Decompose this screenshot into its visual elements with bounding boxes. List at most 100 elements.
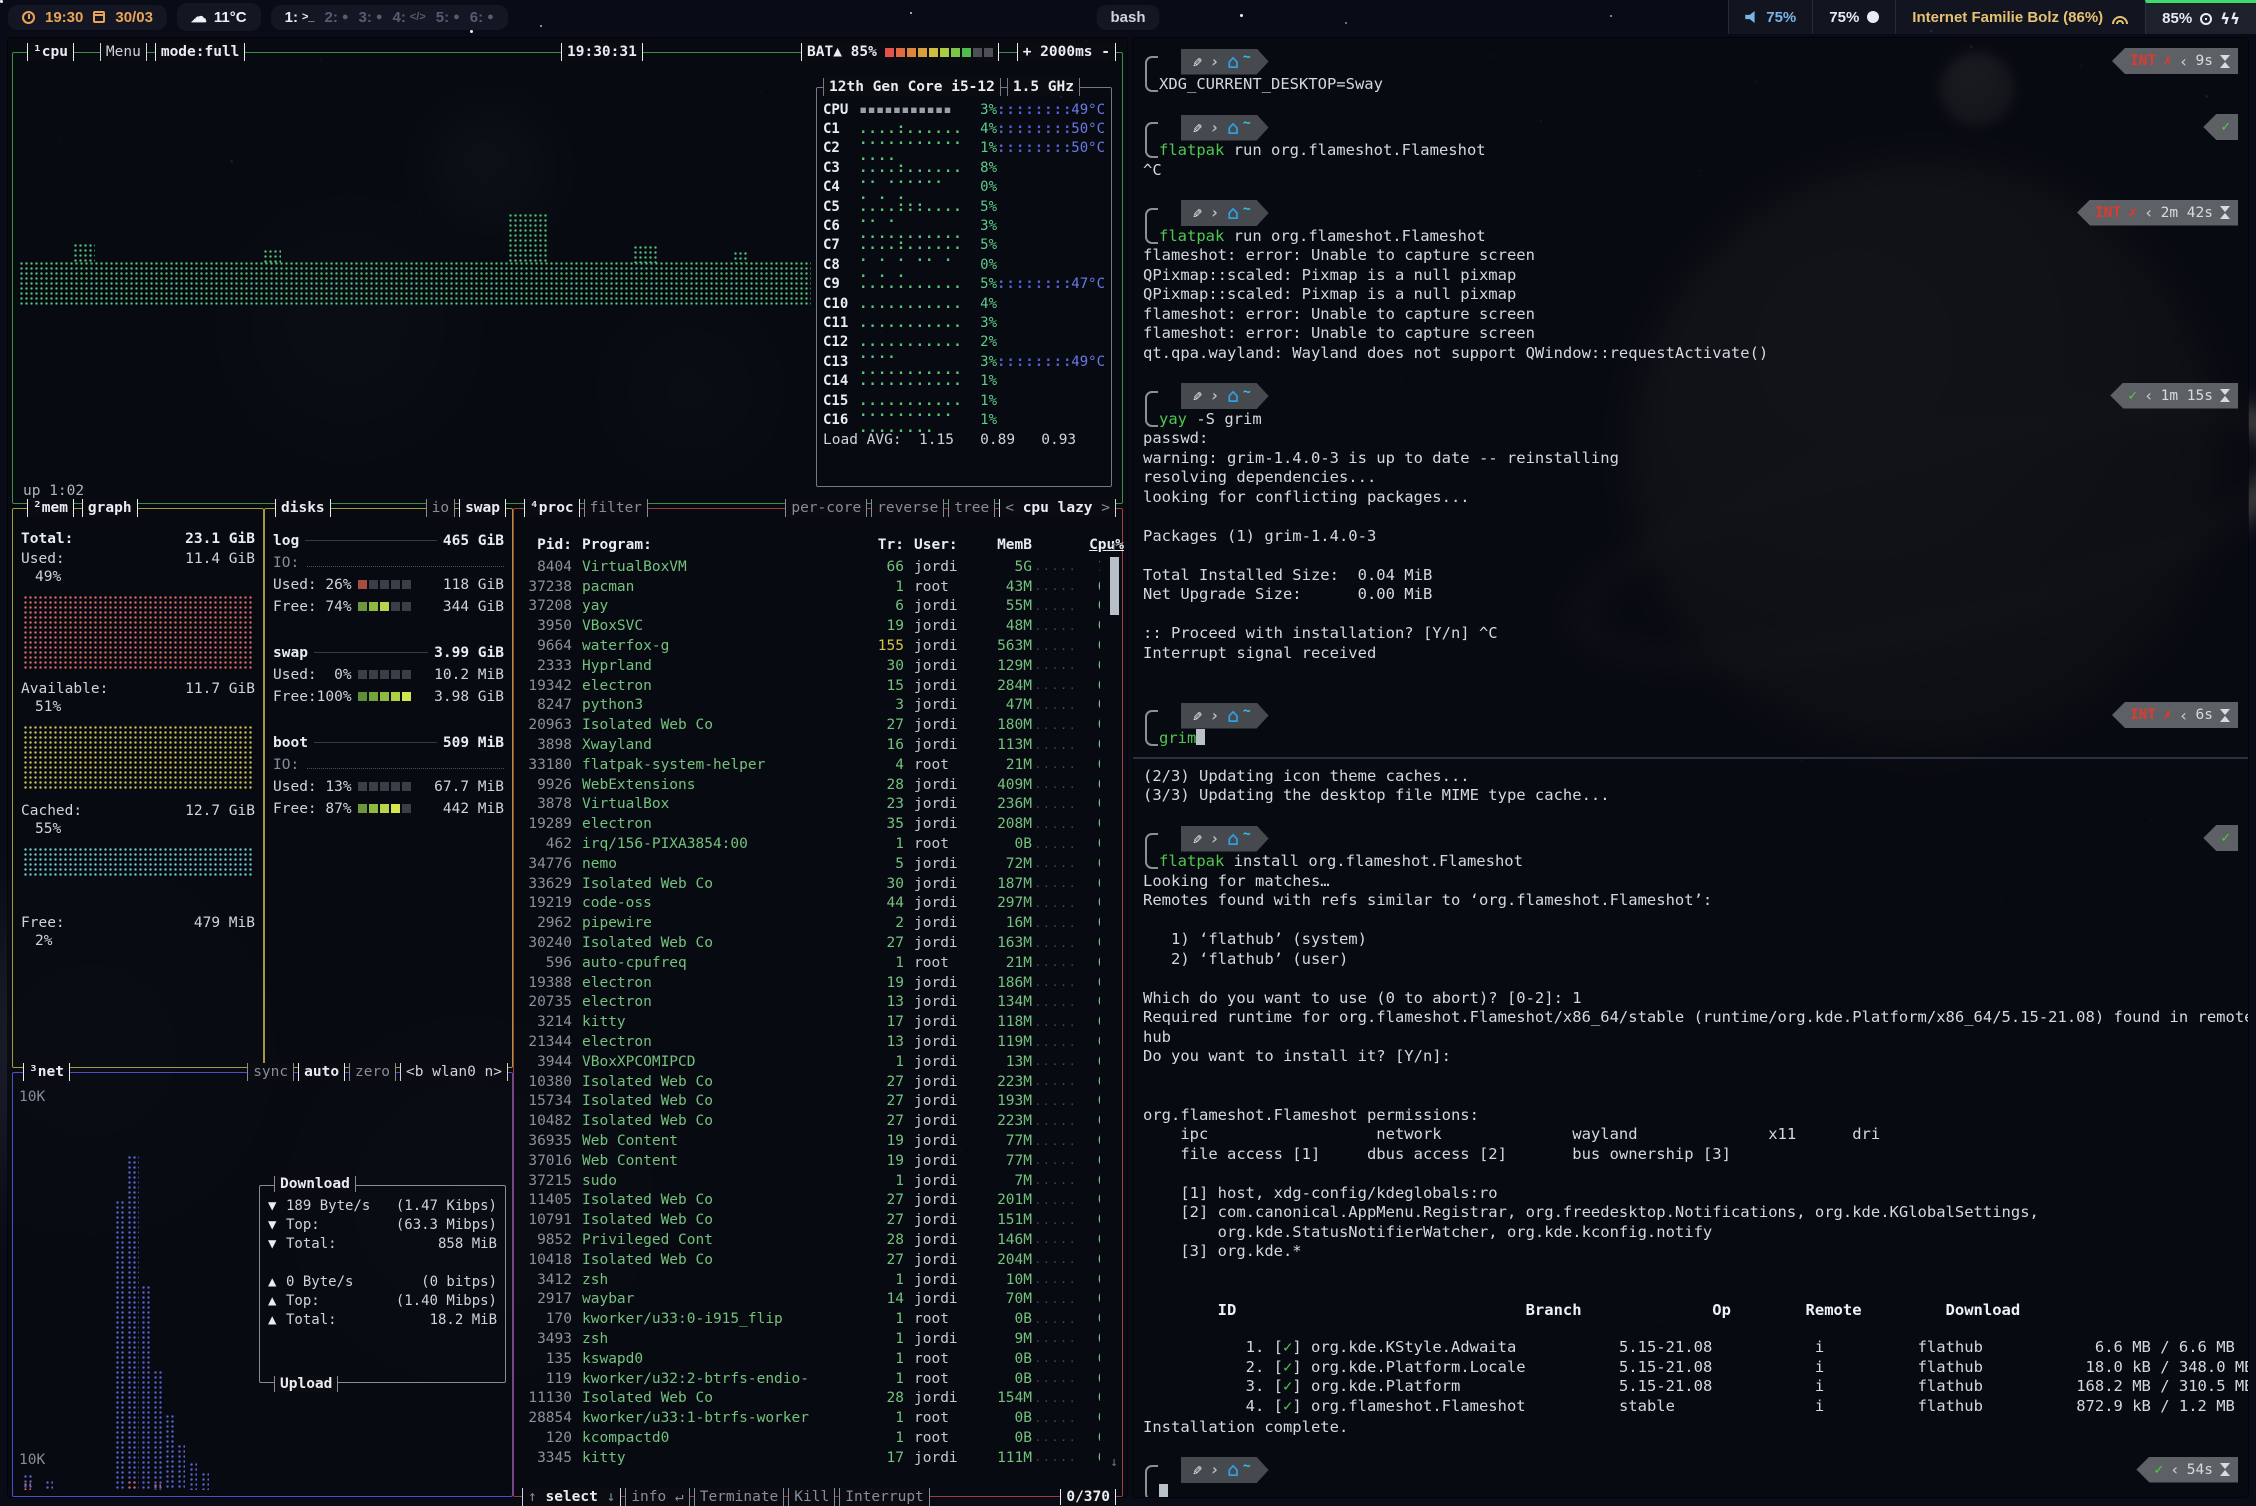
command-line[interactable]: flatpak install org.flameshot.Flameshot (1143, 852, 2238, 872)
scroll-up-arrow[interactable]: ↑ (1110, 539, 1118, 554)
process-row[interactable]: 3412 zsh 1 jordi 10M ..... 0.0 (522, 1270, 1100, 1290)
workspace-button[interactable]: 1:>_ (285, 9, 315, 26)
process-row[interactable]: 9852 Privileged Cont 28 jordi 146M .....… (522, 1230, 1100, 1250)
volume-module[interactable]: 75% (1728, 0, 1812, 34)
workspace-button[interactable]: 4:</> (393, 9, 426, 26)
tab-swap[interactable]: swap (459, 499, 506, 517)
process-row[interactable]: 8404 VirtualBoxVM 66 jordi 5G ..... 1.7 (522, 557, 1100, 577)
process-row[interactable]: 19289 electron 35 jordi 208M ..... 0.0 (522, 814, 1100, 834)
command-line[interactable]: yay -S grim (1143, 410, 2238, 430)
process-row[interactable]: 21344 electron 13 jordi 119M ..... 0.0 (522, 1032, 1100, 1052)
process-row[interactable]: 20963 Isolated Web Co 27 jordi 180M ....… (522, 715, 1100, 735)
proc-filter-button[interactable]: filter (584, 499, 648, 517)
workspace-button[interactable]: 6:● (470, 9, 494, 26)
process-row[interactable]: 19342 electron 15 jordi 284M ..... 0.0 (522, 676, 1100, 696)
process-row[interactable]: 28854 kworker/u33:1-btrfs-worker 1 root … (522, 1408, 1100, 1428)
proc-scrollbar[interactable] (1110, 557, 1119, 615)
net-sync-toggle[interactable]: sync (247, 1063, 294, 1081)
tab-proc[interactable]: ⁴proc (524, 499, 580, 517)
command-line[interactable]: flatpak run org.flameshot.Flameshot (1143, 227, 2238, 247)
process-row[interactable]: 19219 code-oss 44 jordi 297M ..... 0.0 (522, 894, 1100, 914)
process-row[interactable]: 10791 Isolated Web Co 27 jordi 151M ....… (522, 1210, 1100, 1230)
process-row[interactable]: 3878 VirtualBox 23 jordi 236M ..... 0.0 (522, 795, 1100, 815)
process-row[interactable]: 10482 Isolated Web Co 27 jordi 223M ....… (522, 1111, 1100, 1131)
terminal-window[interactable]: ✎ › ⌂ ~ INT✗ ‹9s XDG_CURRENT_DESKTOP=Swa… (1133, 38, 2248, 1497)
scroll-down-arrow[interactable]: ↓ (1110, 1455, 1118, 1470)
tab-cpu[interactable]: ¹cpu (27, 43, 74, 61)
weather-module[interactable]: ☁ 11°C (177, 3, 261, 31)
process-row[interactable]: 596 auto-cpufreq 1 root 21M ..... 0.0 (522, 953, 1100, 973)
process-row[interactable]: 8247 python3 3 jordi 47M ..... 0.1 (522, 696, 1100, 716)
process-row[interactable]: 19388 electron 19 jordi 186M ..... 0.0 (522, 973, 1100, 993)
process-row[interactable]: 37208 yay 6 jordi 55M ..... 0.0 (522, 597, 1100, 617)
command-line[interactable] (1143, 1484, 2238, 1498)
proc-interrupt-button[interactable]: Interrupt (839, 1488, 930, 1506)
tab-mem[interactable]: ²mem (27, 499, 74, 517)
proc-tree-toggle[interactable]: tree (948, 499, 995, 517)
proc-percore-toggle[interactable]: per-core (785, 499, 867, 517)
network-module[interactable]: Internet Familie Bolz (86%) (1895, 0, 2145, 34)
cpu-mode[interactable]: mode:full (155, 43, 246, 61)
refresh-rate-control[interactable]: + 2000ms - (1017, 43, 1116, 61)
process-row[interactable]: 37215 sudo 1 jordi 7M ..... 0.0 (522, 1171, 1100, 1191)
battery-module[interactable]: 85% ϟϟ (2145, 0, 2256, 34)
tab-net[interactable]: ³net (23, 1063, 70, 1081)
proc-terminate-button[interactable]: Terminate (694, 1488, 785, 1506)
proc-info-button[interactable]: info ↵ (625, 1488, 689, 1506)
process-row[interactable]: 11405 Isolated Web Co 27 jordi 201M ....… (522, 1191, 1100, 1211)
proc-select-hint[interactable]: ↑ select ↓ (522, 1488, 621, 1506)
workspace-button[interactable]: 3:● (359, 9, 383, 26)
proc-reverse-toggle[interactable]: reverse (871, 499, 944, 517)
col-user[interactable]: User: (904, 537, 970, 553)
clock-module[interactable]: 19:30 30/03 (8, 5, 167, 30)
process-row[interactable]: 2333 Hyprland 30 jordi 129M ..... 0.1 (522, 656, 1100, 676)
process-row[interactable]: 3493 zsh 1 jordi 9M ..... 0.0 (522, 1329, 1100, 1349)
process-row[interactable]: 10380 Isolated Web Co 27 jordi 223M ....… (522, 1072, 1100, 1092)
command-line[interactable]: flatpak run org.flameshot.Flameshot (1143, 141, 2238, 161)
process-row[interactable]: 37016 Web Content 19 jordi 77M ..... 0.0 (522, 1151, 1100, 1171)
command-line[interactable]: XDG_CURRENT_DESKTOP=Sway (1143, 75, 2238, 95)
pane-divider[interactable] (1133, 757, 2248, 759)
process-row[interactable]: 10418 Isolated Web Co 27 jordi 204M ....… (522, 1250, 1100, 1270)
process-row[interactable]: 119 kworker/u32:2-btrfs-endio- 1 root 0B… (522, 1369, 1100, 1389)
process-row[interactable]: 3345 kitty 17 jordi 111M ..... 0.0 (522, 1448, 1100, 1468)
proc-sort-control[interactable]: < cpu lazy > (999, 499, 1116, 517)
process-row[interactable]: 9664 waterfox-g 155 jordi 563M ..... 0.1 (522, 636, 1100, 656)
brightness-module[interactable]: 75% (1812, 0, 1895, 34)
process-row[interactable]: 34776 nemo 5 jordi 72M ..... 0.0 (522, 854, 1100, 874)
process-row[interactable]: 120 kcompactd0 1 root 0B ..... 0.0 (522, 1428, 1100, 1448)
process-row[interactable]: 20735 electron 13 jordi 134M ..... 0.0 (522, 993, 1100, 1013)
process-row[interactable]: 36935 Web Content 19 jordi 77M ..... 0.0 (522, 1131, 1100, 1151)
process-row[interactable]: 462 irq/156-PIXA3854:00 1 root 0B ..... … (522, 834, 1100, 854)
process-row[interactable]: 3214 kitty 17 jordi 118M ..... 0.0 (522, 1012, 1100, 1032)
process-row[interactable]: 33629 Isolated Web Co 30 jordi 187M ....… (522, 874, 1100, 894)
process-row[interactable]: 3944 VBoxXPCOMIPCD 1 jordi 13M ..... 0.0 (522, 1052, 1100, 1072)
workspace-button[interactable]: 2:● (325, 9, 349, 26)
cpu-menu-button[interactable]: Menu (100, 43, 147, 61)
process-row[interactable]: 170 kworker/u33:0-i915_flip 1 root 0B ..… (522, 1309, 1100, 1329)
col-pid[interactable]: Pid: (522, 537, 572, 553)
process-row[interactable]: 30240 Isolated Web Co 27 jordi 163M ....… (522, 933, 1100, 953)
process-row[interactable]: 2917 waybar 14 jordi 70M ..... 0.0 (522, 1289, 1100, 1309)
net-zero-toggle[interactable]: zero (349, 1063, 396, 1081)
col-program[interactable]: Program: (572, 537, 864, 553)
process-row[interactable]: 135 kswapd0 1 root 0B ..... 0.0 (522, 1349, 1100, 1369)
process-row[interactable]: 3898 Xwayland 16 jordi 113M ..... 0.0 (522, 735, 1100, 755)
proc-kill-button[interactable]: Kill (788, 1488, 835, 1506)
workspace-button[interactable]: 5:● (436, 9, 460, 26)
process-row[interactable]: 15734 Isolated Web Co 27 jordi 193M ....… (522, 1092, 1100, 1112)
col-threads[interactable]: Tr: (864, 537, 904, 553)
tab-io[interactable]: io (426, 499, 455, 517)
net-auto-toggle[interactable]: auto (298, 1063, 345, 1081)
tab-disks[interactable]: disks (275, 499, 331, 517)
process-row[interactable]: 3950 VBoxSVC 19 jordi 48M ..... 0.0 (522, 616, 1100, 636)
process-row[interactable]: 11130 Isolated Web Co 28 jordi 154M ....… (522, 1388, 1100, 1408)
command-line[interactable]: grim (1143, 729, 2238, 749)
process-row[interactable]: 2962 pipewire 2 jordi 16M ..... 0.0 (522, 913, 1100, 933)
tab-mem-graph[interactable]: graph (82, 499, 138, 517)
process-row[interactable]: 33180 flatpak-system-helper 4 root 21M .… (522, 755, 1100, 775)
col-mem[interactable]: MemB (970, 537, 1032, 553)
process-row[interactable]: 37238 pacman 1 root 43M ..... 0.0 (522, 577, 1100, 597)
process-row[interactable]: 9926 WebExtensions 28 jordi 409M ..... 0… (522, 775, 1100, 795)
net-interface-selector[interactable]: <b wlan0 n> (400, 1063, 508, 1081)
